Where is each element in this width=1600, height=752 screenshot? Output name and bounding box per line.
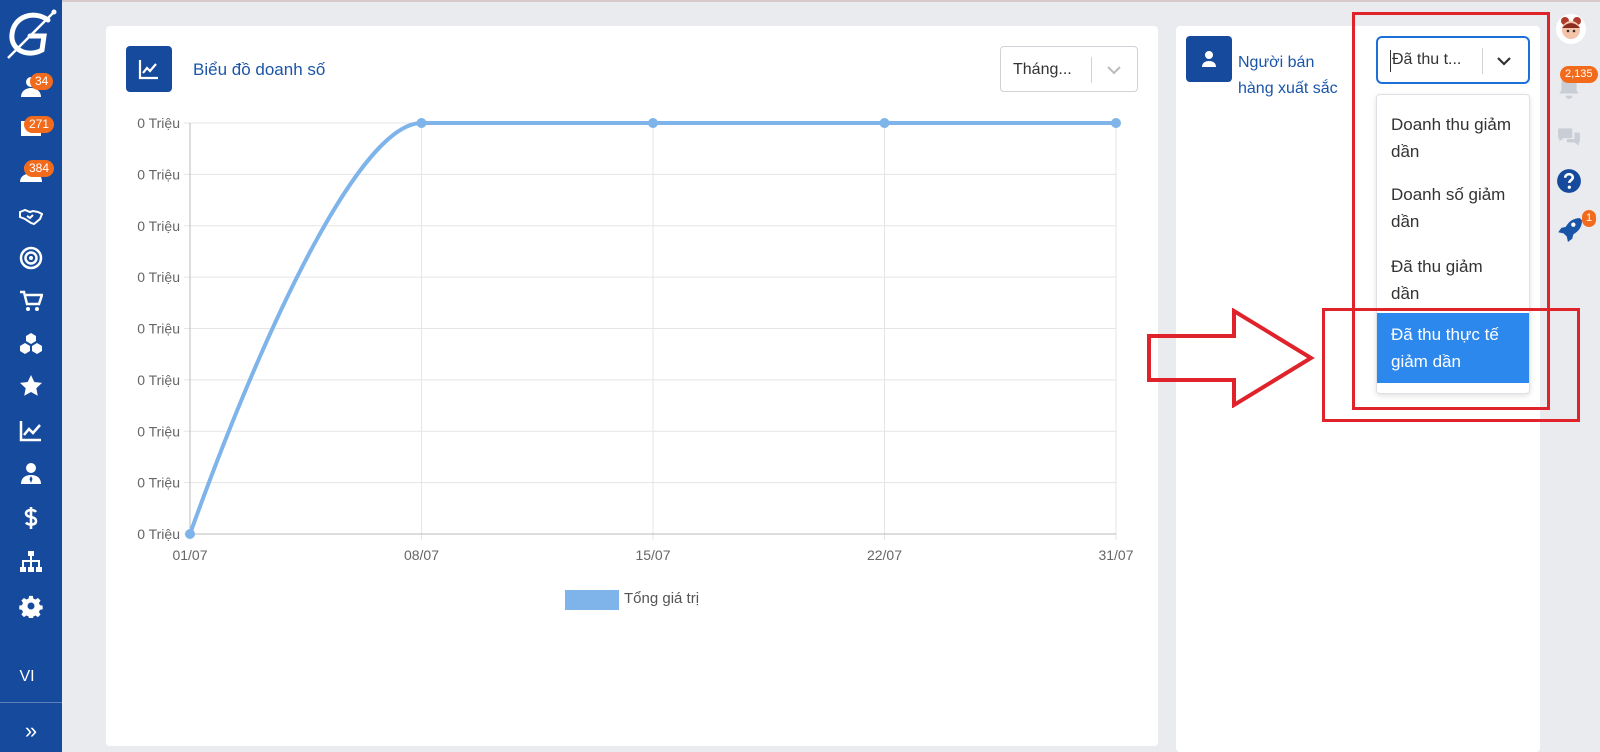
y-tick-label: 0 Triệu <box>137 372 180 388</box>
chart-card-icon <box>126 46 172 92</box>
dollar-icon <box>24 507 38 529</box>
y-tick-label: 0 Triệu <box>137 423 180 439</box>
legend-label: Tổng giá trị <box>624 590 700 607</box>
user-icon <box>1202 51 1216 67</box>
sidebar-item-orders[interactable] <box>0 281 62 321</box>
gear-icon <box>19 595 43 618</box>
y-tick-label: 0 Triệu <box>137 475 180 491</box>
seller-card-icon <box>1186 36 1232 82</box>
boxes-icon <box>20 333 42 354</box>
annotation-arrow <box>1147 308 1315 408</box>
data-point <box>1111 118 1121 128</box>
handshake-icon <box>19 208 43 226</box>
mail-badge: 271 <box>24 116 55 133</box>
sales-line-chart: 0 Triệu 0 Triệu 0 Triệu 0 Triệu 0 Triệu 0 Tri… <box>137 115 1134 563</box>
chat-icon <box>1558 128 1580 146</box>
y-tick-label: 0 Triệu <box>137 115 180 131</box>
whats-new-badge: 1 <box>1582 210 1597 227</box>
sitemap-icon <box>20 551 42 572</box>
y-tick-label: 0 Triệu <box>137 321 180 337</box>
sidebar-item-settings[interactable] <box>0 586 62 626</box>
y-tick-label: 0 Triệu <box>137 526 180 542</box>
select-separator <box>1091 57 1092 83</box>
period-select[interactable]: Tháng... <box>1000 46 1138 92</box>
legend-swatch <box>565 590 619 610</box>
notification-badge: 2,135 <box>1560 66 1598 83</box>
x-tick-label: 08/07 <box>404 547 439 563</box>
data-point <box>879 118 890 128</box>
sidebar-item-finance[interactable] <box>0 498 62 538</box>
sidebar-item-favorites[interactable] <box>0 366 62 406</box>
language-switch[interactable]: VI <box>0 668 54 686</box>
users-badge: 384 <box>24 160 55 177</box>
chart-line-icon <box>138 60 158 80</box>
sidebar-item-reports[interactable] <box>0 410 62 450</box>
chart-card-title: Biểu đồ doanh số <box>193 60 326 79</box>
sidebar: 34 271 384 VI » <box>0 0 62 752</box>
data-point <box>648 118 658 128</box>
period-select-value: Tháng... <box>1013 61 1072 78</box>
sidebar-item-organization[interactable] <box>0 542 62 582</box>
data-point <box>416 118 427 128</box>
y-tick-label: 0 Triệu <box>137 269 180 285</box>
y-tick-label: 0 Triệu <box>137 218 180 234</box>
chart-line-icon <box>19 421 41 442</box>
annotation-box-option <box>1322 308 1580 422</box>
cart-icon <box>20 290 43 311</box>
rocket-icon <box>1558 218 1582 242</box>
top-border <box>62 0 1600 2</box>
y-tick-label: 0 Triệu <box>137 166 180 182</box>
target-icon <box>19 246 43 270</box>
chevron-down-icon <box>1107 66 1121 75</box>
contacts-badge: 34 <box>30 73 54 90</box>
sidebar-item-products[interactable] <box>0 324 62 364</box>
star-icon <box>20 375 42 396</box>
x-tick-label: 01/07 <box>172 547 207 563</box>
x-tick-label: 15/07 <box>635 547 670 563</box>
messages-button[interactable] <box>1556 124 1582 155</box>
sidebar-item-staff[interactable] <box>0 453 62 493</box>
data-point <box>185 529 195 539</box>
app-logo[interactable] <box>4 6 58 60</box>
sidebar-divider <box>0 702 62 703</box>
x-tick-label: 22/07 <box>867 547 902 563</box>
expand-sidebar-button[interactable]: » <box>0 716 62 746</box>
x-tick-label: 31/07 <box>1098 547 1133 563</box>
sidebar-item-deals[interactable] <box>0 196 62 236</box>
seller-card-title: Người bán hàng xuất sắc <box>1238 54 1338 97</box>
user-tie-icon <box>21 463 41 484</box>
user-avatar[interactable] <box>1556 14 1586 44</box>
help-button[interactable] <box>1556 168 1582 199</box>
whats-new-button[interactable] <box>1556 216 1582 247</box>
sidebar-item-goals[interactable] <box>0 238 62 278</box>
question-icon <box>1557 169 1581 193</box>
